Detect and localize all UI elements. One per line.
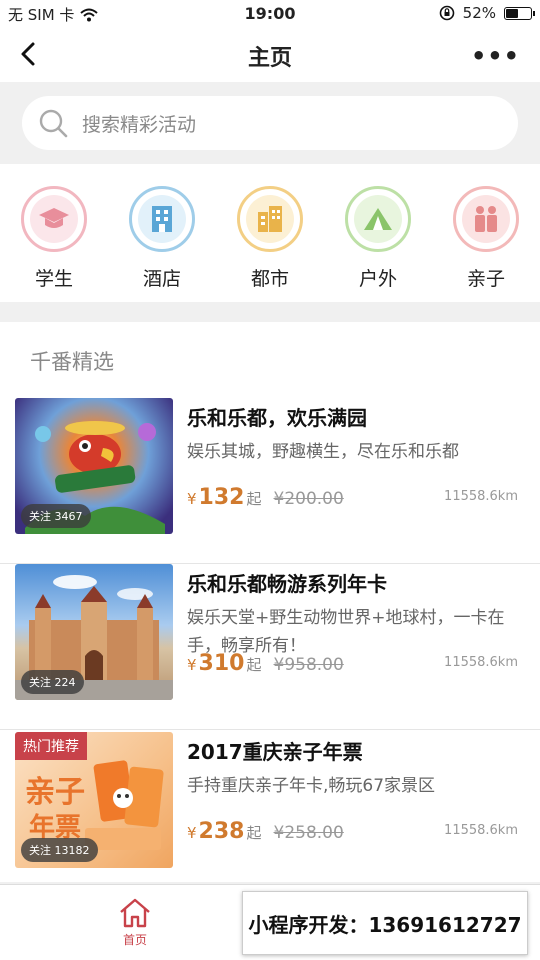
- price-value: 310: [198, 651, 245, 676]
- category-label: 都市: [250, 268, 289, 290]
- item-price: ¥ 132 起 ¥200.00: [187, 485, 344, 510]
- item-image: 关注 3467: [15, 398, 173, 534]
- divider: [0, 729, 540, 730]
- category-row: 学生 酒店 都市 户外 亲子: [0, 164, 540, 302]
- search-input[interactable]: 搜索精彩活动: [22, 96, 518, 150]
- category-label: 亲子: [466, 268, 505, 290]
- promo-banner: 小程序开发：13691612727: [242, 891, 528, 955]
- list-item[interactable]: 关注 3467 乐和乐都，欢乐满园 娱乐其城，野趣横生，尽在乐和乐都 ¥ 132…: [0, 398, 540, 564]
- category-city[interactable]: 都市: [216, 164, 324, 302]
- category-label: 户外: [358, 268, 397, 290]
- battery-icon: [504, 6, 535, 20]
- tab-home[interactable]: 首页: [96, 897, 174, 948]
- more-menu-icon[interactable]: •••: [471, 42, 520, 70]
- price-suffix: 起: [246, 824, 262, 842]
- category-hotel[interactable]: 酒店: [108, 164, 216, 302]
- list-item[interactable]: 亲子 年票 热门推荐 关注 13182 2017重庆亲子年票 手持重庆亲子年卡,…: [0, 732, 540, 898]
- follow-count: 关注 224: [21, 670, 84, 694]
- featured-section: 千番精选 关注 3467 乐和乐都，欢乐满园 娱乐其城，野趣横生，尽在乐和乐都 …: [0, 322, 540, 882]
- home-icon: [120, 898, 150, 928]
- follow-count: 关注 13182: [21, 838, 98, 862]
- distance: 11558.6km: [444, 655, 518, 670]
- price-suffix: 起: [246, 490, 262, 508]
- nav-bar: 主页 •••: [0, 28, 540, 82]
- item-price: ¥ 310 起 ¥958.00: [187, 651, 344, 676]
- item-title: 乐和乐都畅游系列年卡: [187, 572, 387, 596]
- price-value: 132: [198, 485, 245, 510]
- category-student[interactable]: 学生: [0, 164, 108, 302]
- item-price: ¥ 238 起 ¥258.00: [187, 819, 344, 844]
- currency-symbol: ¥: [187, 490, 197, 508]
- original-price: ¥200.00: [273, 489, 344, 509]
- category-label: 酒店: [142, 268, 181, 290]
- distance: 11558.6km: [444, 489, 518, 504]
- search-placeholder: 搜索精彩活动: [82, 113, 197, 136]
- distance: 11558.6km: [444, 823, 518, 838]
- original-price: ¥258.00: [273, 823, 344, 843]
- list-item[interactable]: 关注 224 乐和乐都畅游系列年卡 娱乐天堂+野生动物世界+地球村，一卡在手，畅…: [0, 564, 540, 730]
- category-label: 学生: [34, 268, 73, 290]
- status-bar: 无 SIM 卡 19:00 52%: [0, 0, 540, 28]
- price-value: 238: [198, 819, 245, 844]
- item-title: 乐和乐都，欢乐满园: [187, 406, 367, 430]
- original-price: ¥958.00: [273, 655, 344, 675]
- search-area: 搜索精彩活动: [0, 82, 540, 164]
- currency-symbol: ¥: [187, 824, 197, 842]
- rotation-lock-icon: [439, 5, 454, 21]
- follow-count: 关注 3467: [21, 504, 91, 528]
- category-outdoor[interactable]: 户外: [324, 164, 432, 302]
- tab-home-label: 首页: [122, 933, 147, 947]
- svg-text:亲子: 亲子: [25, 775, 85, 810]
- search-icon: [39, 109, 68, 138]
- item-image: 关注 224: [15, 564, 173, 700]
- currency-symbol: ¥: [187, 656, 197, 674]
- battery-fill: [506, 8, 518, 18]
- item-description: 娱乐其城，野趣横生，尽在乐和乐都: [187, 442, 459, 462]
- hot-badge: 热门推荐: [15, 732, 87, 760]
- category-family[interactable]: 亲子: [432, 164, 540, 302]
- page-title: 主页: [247, 46, 292, 71]
- price-suffix: 起: [246, 656, 262, 674]
- item-title: 2017重庆亲子年票: [187, 740, 363, 764]
- item-image: 亲子 年票 热门推荐 关注 13182: [15, 732, 173, 868]
- battery-percent: 52%: [462, 4, 496, 22]
- section-title: 千番精选: [30, 350, 114, 374]
- item-description: 手持重庆亲子年卡,畅玩67家景区: [187, 776, 436, 796]
